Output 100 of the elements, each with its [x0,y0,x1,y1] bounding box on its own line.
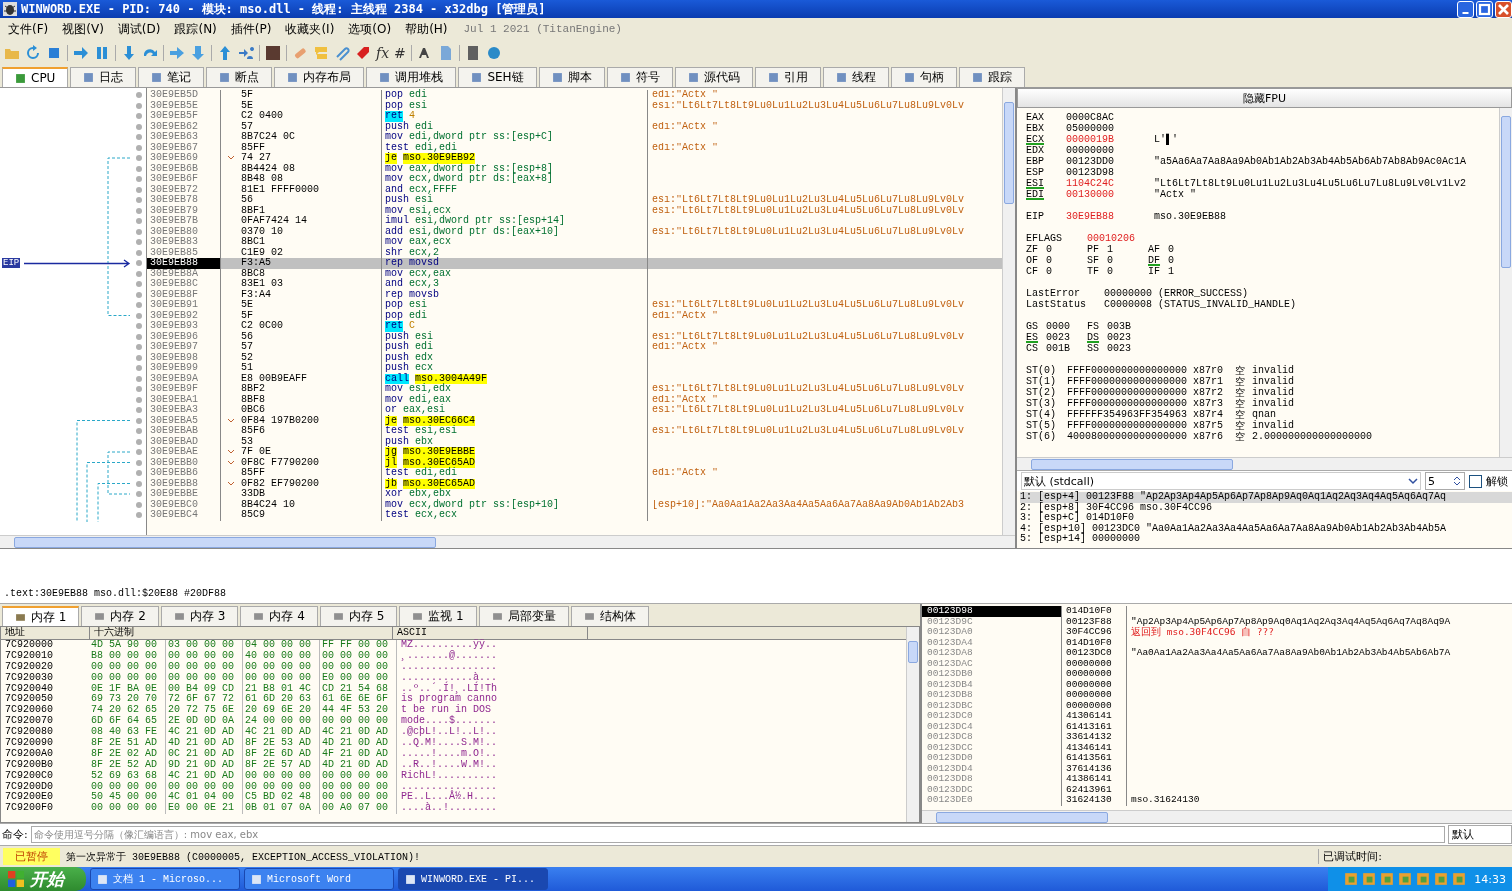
horizontal-scrollbar[interactable] [0,535,1015,548]
menu-item[interactable]: 调试(D) [113,20,171,38]
horizontal-scrollbar[interactable] [1017,457,1512,470]
flag-value[interactable]: 0 [1168,244,1175,255]
register-value[interactable]: 30E9EB88 [1066,211,1154,222]
restart-icon[interactable] [25,44,41,61]
tray-icon[interactable] [1362,872,1377,886]
tray-icon[interactable] [1344,872,1359,886]
flag-value[interactable]: 0 [1046,255,1053,266]
horizontal-scrollbar[interactable] [922,810,1512,823]
menu-item[interactable]: 插件(P) [226,20,282,38]
segment-value[interactable]: 0000 [1046,321,1071,332]
column-header[interactable]: ASCII [393,627,588,639]
flag-value[interactable]: 0 [1046,244,1053,255]
register-value[interactable]: 00010206 [1087,233,1175,244]
breakpoint-dot[interactable] [136,176,142,183]
segment-value[interactable]: 003B [1107,321,1132,332]
tab[interactable]: 结构体 [570,606,649,626]
step-down-icon[interactable] [190,44,206,61]
menu-item[interactable]: 收藏夹(I) [281,20,345,38]
maximize-button[interactable] [1476,0,1493,18]
breakpoint-dot[interactable] [136,249,142,256]
flag-value[interactable]: 0 [1107,255,1114,266]
breakpoint-dot[interactable] [136,113,142,120]
tab[interactable]: 笔记 [138,67,205,87]
breakpoint-dot[interactable] [136,218,142,225]
breakpoint-dot[interactable] [136,438,142,445]
breakpoint-dot[interactable] [136,512,142,519]
breakpoint-dot[interactable] [136,428,142,435]
tab[interactable]: 内存 3 [160,606,239,626]
tray-icon[interactable] [1416,872,1431,886]
menu-item[interactable]: 跟踪(N) [170,20,227,38]
breakpoint-dot[interactable] [136,155,142,162]
flag-value[interactable]: 1 [1168,266,1175,277]
argument-row[interactable]: 2: [esp+8] 30F4CC96 mso.30F4CC96 [1020,502,1512,513]
segment-value[interactable]: 0023 [1046,332,1071,343]
tag-icon[interactable] [355,44,371,61]
fpu-register-value[interactable]: FFFFFF354963FF354963 [1067,409,1193,420]
pause-icon[interactable] [94,44,110,61]
breakpoint-dot[interactable] [136,228,142,235]
tab[interactable]: 引用 [754,67,821,87]
breakpoint-dot[interactable] [136,123,142,130]
run-to-icon[interactable] [169,44,185,61]
tab[interactable]: 句柄 [890,67,957,87]
tab[interactable]: 日志 [70,67,137,87]
breakpoint-dot[interactable] [136,239,142,246]
menu-item[interactable]: 选项(O) [344,20,402,38]
breakpoint-dot[interactable] [136,501,142,508]
register-value[interactable]: 05000000 [1066,123,1154,134]
vertical-scrollbar[interactable] [906,627,919,822]
fpu-register-value[interactable]: FFFF0000000000000000 [1067,365,1193,376]
column-header[interactable]: 十六进制 [90,627,393,639]
segment-value[interactable]: 001B [1046,343,1071,354]
register-value[interactable]: 0000019B [1066,134,1154,145]
register-value[interactable]: 0000C8AC [1066,112,1154,123]
breakpoint-dot[interactable] [136,302,142,309]
breakpoint-dot[interactable] [136,396,142,403]
step-into-icon[interactable] [121,44,137,61]
user-icon[interactable] [238,44,254,61]
breakpoint-dot[interactable] [136,375,142,382]
tray-icon[interactable] [1380,872,1395,886]
segment-value[interactable]: 0023 [1107,343,1132,354]
vertical-scrollbar[interactable] [1499,108,1512,457]
breakpoint-dot[interactable] [136,92,142,99]
register-value[interactable]: 00000000 [1066,145,1154,156]
fpu-register-value[interactable]: FFFF0000000000000000 [1067,387,1193,398]
breakpoint-dot[interactable] [136,260,142,267]
unlock-checkbox[interactable] [1469,474,1482,488]
register-value[interactable]: 00130000 [1066,189,1154,200]
tab[interactable]: 源代码 [674,67,753,87]
taskbar-button[interactable]: WINWORD.EXE - PI... [398,868,548,890]
calling-convention-dropdown[interactable]: 默认 (stdcall) [1021,472,1421,490]
tab[interactable]: 内存 4 [240,606,318,626]
step-up-icon[interactable] [217,44,233,61]
hide-fpu-button[interactable]: 隐藏FPU [1017,88,1512,108]
breakpoint-dot[interactable] [136,281,142,288]
breakpoint-dot[interactable] [136,102,142,109]
menu-item[interactable]: 视图(V) [58,20,114,38]
breakpoint-dot[interactable] [136,480,142,487]
flag-value[interactable]: 0 [1168,255,1175,266]
tray-icon[interactable] [1434,872,1449,886]
run-icon[interactable] [73,44,89,61]
breakpoint-dot[interactable] [136,386,142,393]
breakpoint-dot[interactable] [136,449,142,456]
tray-icon[interactable] [1452,872,1467,886]
tab[interactable]: 内存 2 [81,606,159,626]
register-value[interactable]: 1104C24C [1066,178,1154,189]
tray-icon[interactable] [1398,872,1413,886]
breakpoint-dot[interactable] [136,165,142,172]
column-header[interactable]: 地址 [1,627,90,639]
breakpoint-dot[interactable] [136,186,142,193]
breakpoint-dot[interactable] [136,459,142,466]
argument-row[interactable]: 1: [esp+4] 00123F88 "Ap2Ap3Ap4Ap5Ap6Ap7Ap8Ap9Aq0Aq1Aq2Aq3Aq4Aq5Aq6Aq7Aq [1020,492,1512,503]
breakpoint-dot[interactable] [136,365,142,372]
breakpoint-dot[interactable] [136,270,142,277]
menu-item[interactable]: 文件(F) [4,20,59,38]
register-value[interactable]: 00123D98 [1066,167,1154,178]
flag-value[interactable]: 0 [1107,266,1114,277]
formula-button[interactable]: fx [376,44,390,61]
register-value[interactable]: 00123DD0 [1066,156,1154,167]
